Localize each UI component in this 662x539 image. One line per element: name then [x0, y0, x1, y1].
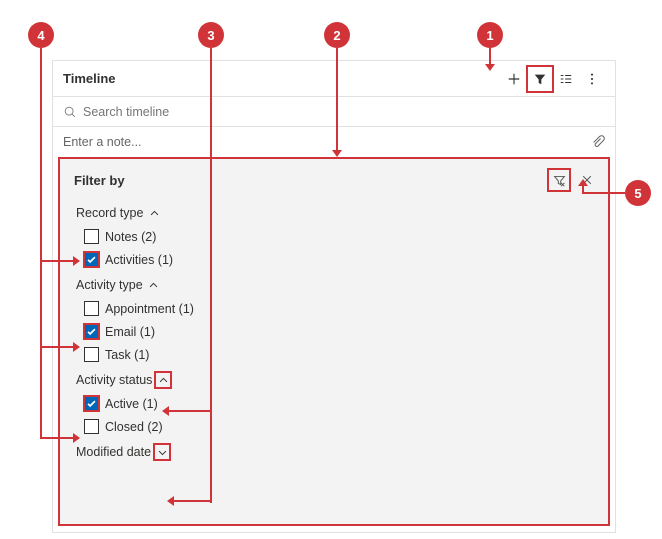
filter-option[interactable]: Appointment (1): [84, 301, 608, 316]
filter-option[interactable]: Closed (2): [84, 419, 608, 434]
arrow-1-head: [485, 64, 495, 71]
callout-4: 4: [28, 22, 54, 48]
group-header[interactable]: Record type: [76, 205, 608, 221]
arrow-4h3: [40, 437, 75, 439]
checkbox[interactable]: [84, 419, 99, 434]
search-input[interactable]: [83, 105, 605, 119]
arrow-3h2-head: [167, 496, 174, 506]
chevron-up-icon[interactable]: [155, 372, 171, 388]
expand-icon[interactable]: [553, 66, 579, 92]
option-label: Active (1): [105, 397, 158, 411]
option-label: Closed (2): [105, 420, 163, 434]
group-header[interactable]: Modified date: [76, 444, 608, 460]
callout-2: 2: [324, 22, 350, 48]
arrow-4h1-head: [73, 256, 80, 266]
note-placeholder: Enter a note...: [63, 135, 591, 149]
arrow-3h1-head: [162, 406, 169, 416]
attach-icon[interactable]: [591, 135, 605, 149]
checkbox[interactable]: [84, 396, 99, 411]
chevron-up-icon[interactable]: [146, 277, 162, 293]
clear-filter-icon[interactable]: [548, 169, 570, 191]
timeline-card: Timeline Enter a note... Filter by Recor…: [52, 60, 616, 533]
card-title: Timeline: [63, 71, 116, 86]
arrow-4h3-head: [73, 433, 80, 443]
group-label: Record type: [76, 206, 143, 220]
group-label: Activity type: [76, 278, 143, 292]
filter-option[interactable]: Activities (1): [84, 252, 608, 267]
option-label: Email (1): [105, 325, 155, 339]
arrow-2: [336, 48, 338, 152]
group-label: Activity status: [76, 373, 152, 387]
checkbox[interactable]: [84, 229, 99, 244]
add-icon[interactable]: [501, 66, 527, 92]
checkbox[interactable]: [84, 324, 99, 339]
option-label: Activities (1): [105, 253, 173, 267]
chevron-down-icon[interactable]: [154, 444, 170, 460]
checkbox[interactable]: [84, 301, 99, 316]
arrow-4h2-head: [73, 342, 80, 352]
arrow-5h: [582, 192, 625, 194]
panel-title: Filter by: [74, 173, 125, 188]
chevron-up-icon[interactable]: [146, 205, 162, 221]
filter-group: Activity status Active (1) Closed (2): [76, 372, 608, 434]
filter-icon[interactable]: [527, 66, 553, 92]
search-icon: [63, 105, 77, 119]
arrow-3v: [210, 48, 212, 503]
group-header[interactable]: Activity type: [76, 277, 608, 293]
option-label: Appointment (1): [105, 302, 194, 316]
filter-group: Activity type Appointment (1) Email (1) Tas…: [76, 277, 608, 362]
search-row[interactable]: [53, 97, 615, 127]
option-label: Notes (2): [105, 230, 156, 244]
callout-3: 3: [198, 22, 224, 48]
filter-option[interactable]: Notes (2): [84, 229, 608, 244]
checkbox[interactable]: [84, 252, 99, 267]
filter-panel: Filter by Record type Notes (2) Activities…: [58, 157, 610, 526]
group-label: Modified date: [76, 445, 151, 459]
filter-group: Record type Notes (2) Activities (1): [76, 205, 608, 267]
card-header: Timeline: [53, 61, 615, 97]
arrow-2-head: [332, 150, 342, 157]
callout-5: 5: [625, 180, 651, 206]
panel-header: Filter by: [60, 159, 608, 195]
arrow-3h1: [167, 410, 212, 412]
more-icon[interactable]: [579, 66, 605, 92]
arrow-5-head: [578, 179, 588, 186]
callout-1: 1: [477, 22, 503, 48]
filter-option[interactable]: Task (1): [84, 347, 608, 362]
arrow-4h1: [40, 260, 75, 262]
checkbox[interactable]: [84, 347, 99, 362]
arrow-4v: [40, 48, 42, 439]
arrow-4h2: [40, 346, 75, 348]
filter-group: Modified date: [76, 444, 608, 460]
group-header[interactable]: Activity status: [76, 372, 608, 388]
filter-option[interactable]: Email (1): [84, 324, 608, 339]
arrow-3h2: [172, 500, 212, 502]
option-label: Task (1): [105, 348, 149, 362]
